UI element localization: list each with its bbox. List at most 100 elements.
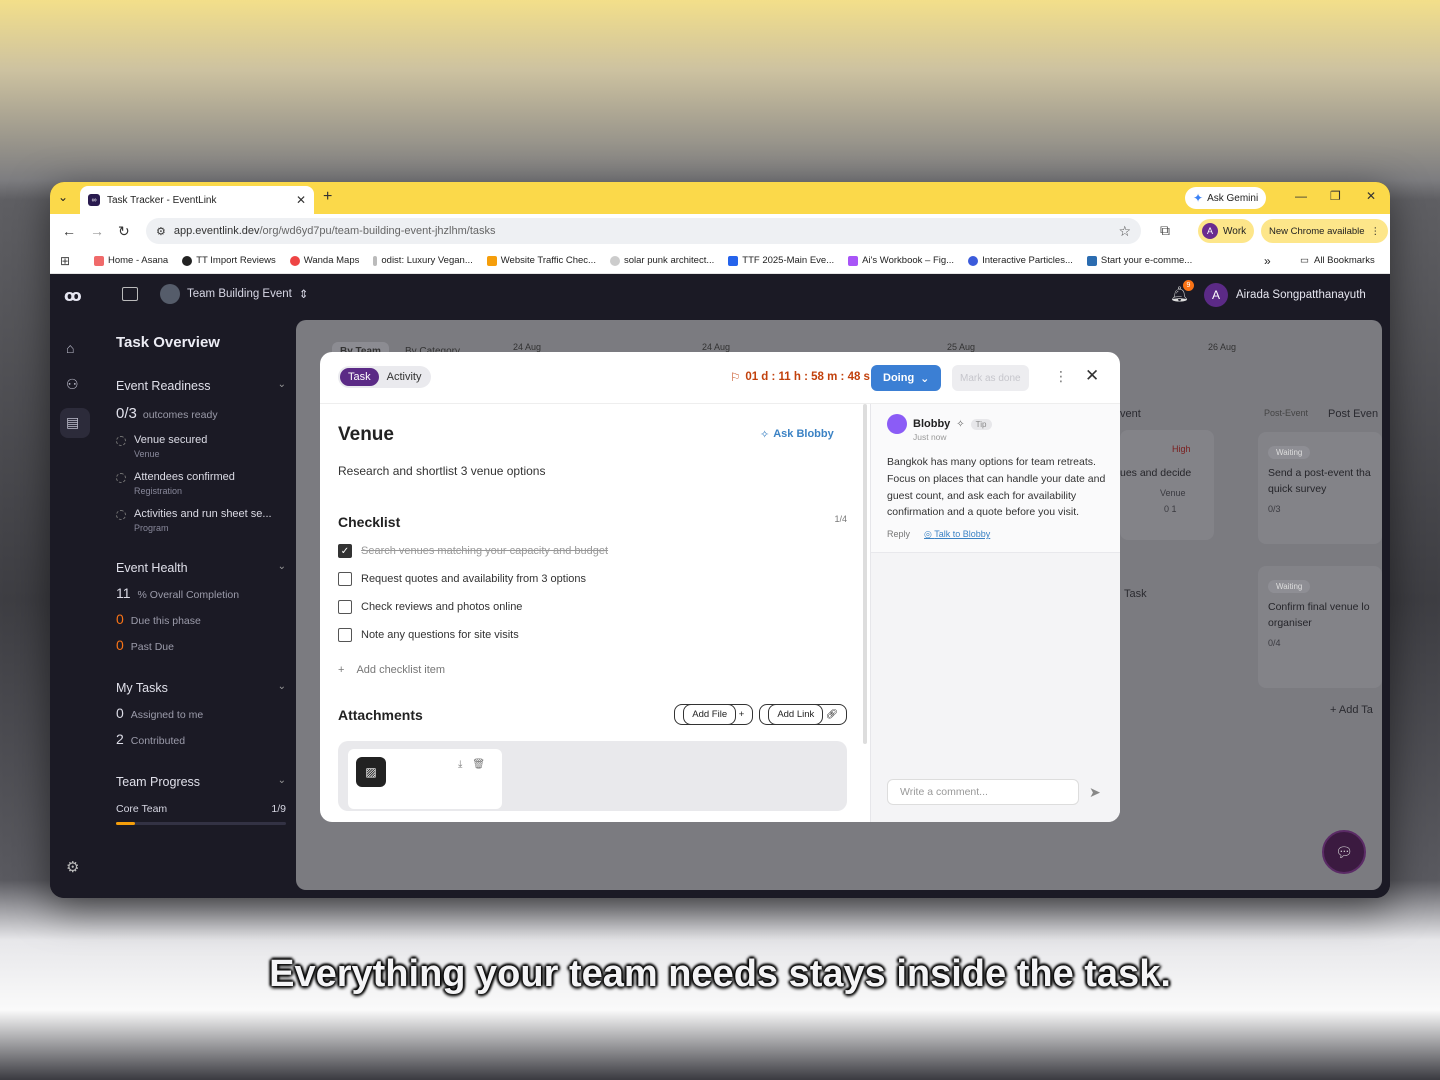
ask-blobby-button[interactable]: ✧ Ask Blobby (760, 428, 834, 441)
add-task-label[interactable]: Task (1124, 588, 1147, 600)
checkbox[interactable] (338, 572, 352, 586)
readiness-count: 0/3 outcomes ready (116, 405, 218, 422)
reload-icon[interactable]: ↻ (118, 223, 130, 240)
bookmark-item[interactable]: odist: Luxury Vegan... (373, 255, 473, 266)
home-icon[interactable]: ⌂ (66, 340, 74, 356)
flag-icon: ⚐ (730, 372, 741, 384)
board-card[interactable]: ues and decide Venue 0 1 (1120, 430, 1214, 540)
comment-input[interactable]: Write a comment... (887, 779, 1079, 805)
bookmark-star-icon[interactable]: ☆ (1118, 223, 1131, 240)
tab-strip: ⌄ ∞ Task Tracker - EventLink ✕ + ✦ Ask G… (50, 182, 1390, 214)
chevron-down-icon: ⌄ (277, 379, 286, 390)
activity-panel: Blobby ✧ Tip Just now Bangkok has many o… (870, 404, 1120, 822)
status-circle-icon (116, 473, 126, 483)
task-activity-toggle: Task Activity (338, 366, 432, 388)
address-bar[interactable]: ⚙ app.eventlink.dev/org/wd6yd7pu/team-bu… (146, 218, 1141, 244)
forward-icon[interactable]: → (90, 223, 104, 239)
sparkle-icon: ✧ (760, 429, 770, 441)
add-checklist-item[interactable]: + Add checklist item (338, 664, 847, 676)
event-name: Team Building Event (187, 288, 292, 300)
checkbox[interactable] (338, 600, 352, 614)
bookmark-item[interactable]: Website Traffic Chec... (486, 255, 596, 266)
gear-icon (609, 255, 620, 266)
window-close-icon[interactable]: ✕ (1366, 189, 1376, 203)
tab-close-icon[interactable]: ✕ (296, 193, 306, 207)
team-progress-header[interactable]: Team Progress ⌄ (116, 775, 286, 789)
bookmark-item[interactable]: solar punk architect... (609, 255, 714, 266)
bookmark-item[interactable]: Start your e-comme... (1086, 255, 1192, 266)
event-health-header[interactable]: Event Health ⌄ (116, 561, 286, 575)
tab-search-icon[interactable]: ⌄ (58, 190, 68, 204)
more-bookmarks-icon[interactable]: » (1264, 254, 1271, 268)
event-selector[interactable]: Team Building Event ⇕ (160, 284, 308, 304)
user-menu[interactable]: A Airada Songpatthanayuth (1204, 283, 1366, 307)
url-host: app.eventlink.dev (173, 225, 260, 237)
checklist-item[interactable]: ✓ Search venues matching your capacity a… (338, 544, 847, 558)
settings-gear-icon[interactable]: ⚙ (66, 858, 79, 876)
add-file-button[interactable]: Add File + (674, 704, 754, 725)
eventlink-app: ꝏ Team Building Event ⇕ 🔔︎ 9 A Airada So… (50, 274, 1390, 898)
bookmark-item[interactable]: TTF 2025-Main Eve... (728, 255, 834, 266)
minimize-icon[interactable]: — (1295, 189, 1307, 203)
apps-grid-icon[interactable]: ⊞ (60, 254, 80, 268)
checklist-item[interactable]: Request quotes and availability from 3 o… (338, 572, 847, 586)
gemini-sparkle-icon: ✦ (1193, 191, 1204, 205)
outcome-item[interactable]: Attendees confirmed Registration (116, 471, 286, 496)
status-dropdown[interactable]: Doing ⌄ (871, 365, 942, 391)
trash-icon[interactable]: 🗑︎ (472, 759, 485, 770)
talk-to-blobby-link[interactable]: ◎ Talk to Blobby (924, 529, 990, 540)
checklist-item[interactable]: Note any questions for site visits (338, 628, 847, 642)
board-card[interactable]: Waiting Confirm final venue lo organiser… (1258, 566, 1382, 688)
my-tasks-header[interactable]: My Tasks ⌄ (116, 681, 286, 695)
new-tab-icon[interactable]: + (323, 188, 332, 206)
tab-task[interactable]: Task (340, 368, 379, 386)
ask-gemini-button[interactable]: ✦ Ask Gemini (1185, 187, 1267, 209)
modal-header: Task Activity ⚐ 01 d : 11 h : 58 m : 48 … (320, 352, 1120, 404)
timeline-date: 24 Aug (702, 342, 731, 352)
extensions-icon[interactable]: ⧉ (1160, 222, 1170, 239)
task-modal: Task Activity ⚐ 01 d : 11 h : 58 m : 48 … (320, 352, 1120, 822)
add-task-button[interactable]: + Add Ta (1330, 704, 1373, 716)
profile-chip[interactable]: A Work (1198, 219, 1255, 243)
task-description: Research and shortlist 3 venue options (338, 464, 546, 478)
more-options-icon[interactable]: ⋮ (1054, 368, 1068, 385)
all-bookmarks-button[interactable]: ▭ All Bookmarks (1300, 255, 1375, 266)
bookmark-item[interactable]: TT Import Reviews (182, 255, 276, 266)
browser-tab[interactable]: ∞ Task Tracker - EventLink ✕ (80, 186, 314, 214)
send-icon[interactable]: ➤ (1089, 784, 1101, 801)
clipboard-icon[interactable]: ▤ (66, 414, 79, 431)
chrome-update-button[interactable]: New Chrome available ⋮ (1261, 219, 1389, 243)
back-icon[interactable]: ← (62, 223, 76, 239)
browser-window: ⌄ ∞ Task Tracker - EventLink ✕ + ✦ Ask G… (50, 182, 1390, 898)
checklist-item[interactable]: Check reviews and photos online (338, 600, 847, 614)
outcome-item[interactable]: Activities and run sheet se... Program (116, 508, 286, 533)
site-info-icon[interactable]: ⚙ (156, 225, 166, 238)
close-icon[interactable]: ✕ (1085, 366, 1099, 386)
checkbox-checked[interactable]: ✓ (338, 544, 352, 558)
reply-link[interactable]: Reply (887, 529, 910, 540)
bookmark-item[interactable]: Wanda Maps (289, 255, 359, 266)
tab-activity[interactable]: Activity (379, 368, 430, 386)
add-link-button[interactable]: Add Link 🔗︎ (759, 704, 847, 725)
team-icon[interactable]: ⚇ (66, 376, 79, 393)
board-card[interactable]: Waiting Send a post-event tha quick surv… (1258, 432, 1382, 544)
chat-bubble-icon[interactable]: 💬︎ (1322, 830, 1366, 874)
task-overview-panel: Task Overview Event Readiness ⌄ 0/3 outcom… (116, 318, 286, 825)
bookmark-item[interactable]: Home - Asana (94, 255, 168, 266)
timeline-date: 24 Aug (513, 342, 542, 352)
event-readiness-header[interactable]: Event Readiness ⌄ (116, 379, 286, 393)
checkbox[interactable] (338, 628, 352, 642)
sidebar-toggle-icon[interactable] (122, 287, 138, 301)
navigation-bar: ← → ↻ ⚙ app.eventlink.dev/org/wd6yd7pu/t… (50, 214, 1390, 248)
ask-gemini-label: Ask Gemini (1207, 192, 1259, 204)
outcome-item[interactable]: Venue secured Venue (116, 434, 286, 459)
bookmark-item[interactable]: Interactive Particles... (968, 255, 1073, 266)
attachment-card[interactable]: ▨ ⤓ 🗑︎ (348, 749, 502, 809)
checklist-header: Checklist 1/4 (338, 514, 847, 530)
restore-icon[interactable]: ❐ (1330, 189, 1341, 203)
mark-done-button[interactable]: Mark as done (952, 365, 1029, 391)
details-scrollbar[interactable] (863, 404, 867, 744)
bookmark-item[interactable]: Ai's Workbook – Fig... (848, 255, 954, 266)
download-icon[interactable]: ⤓ (458, 759, 462, 770)
eventlink-logo-icon[interactable]: ꝏ (64, 286, 82, 306)
